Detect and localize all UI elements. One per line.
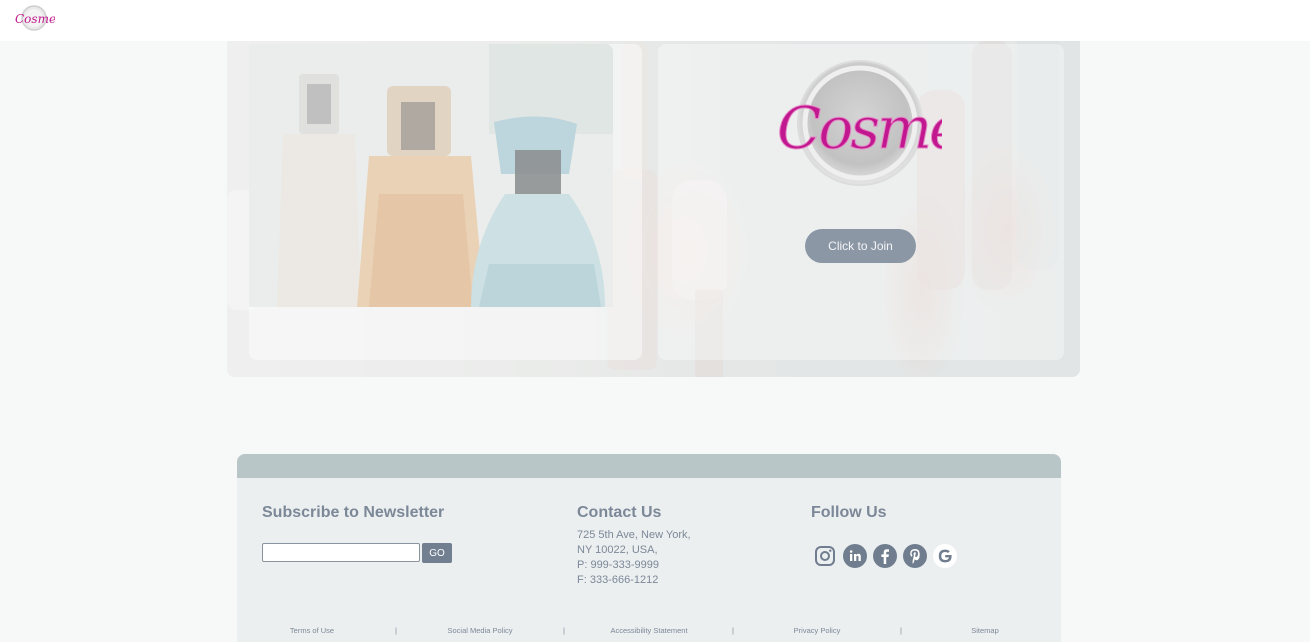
- newsletter-go-button[interactable]: GO: [422, 543, 452, 563]
- perfume-bottles-photo: [249, 44, 613, 307]
- contact-address-line-2: NY 10022, USA,: [577, 544, 658, 556]
- social-media-policy-link[interactable]: Social Media Policy: [447, 626, 512, 635]
- contact-fax: F: 333-666-1212: [577, 574, 659, 586]
- join-button[interactable]: Click to Join: [805, 229, 916, 263]
- hero-banner: Cosmet Click to Join: [227, 0, 1080, 377]
- cosmet-logo-icon[interactable]: Cosmet: [13, 4, 55, 32]
- cosmet-brand-logo: Cosmet: [777, 60, 942, 186]
- svg-text:Cosmet: Cosmet: [15, 12, 55, 26]
- sitemap-link[interactable]: Sitemap: [971, 626, 999, 635]
- linkedin-icon[interactable]: [843, 544, 867, 568]
- pinterest-icon[interactable]: [903, 544, 927, 568]
- legal-separator: |: [900, 626, 902, 635]
- svg-text:Cosmet: Cosmet: [777, 94, 942, 162]
- top-header-bar: Cosmet: [0, 0, 1310, 41]
- footer: Subscribe to Newsletter GO Contact Us 72…: [237, 454, 1061, 642]
- legal-separator: |: [563, 626, 565, 635]
- terms-of-use-link[interactable]: Terms of Use: [290, 626, 334, 635]
- legal-separator: |: [732, 626, 734, 635]
- newsletter-heading: Subscribe to Newsletter: [262, 504, 445, 521]
- newsletter-email-input[interactable]: [262, 543, 420, 562]
- follow-heading: Follow Us: [811, 504, 887, 521]
- contact-address-line-1: 725 5th Ave, New York,: [577, 529, 691, 541]
- legal-links: Terms of Use | Social Media Policy | Acc…: [237, 626, 1061, 638]
- privacy-policy-link[interactable]: Privacy Policy: [794, 626, 841, 635]
- social-icons: [813, 544, 957, 568]
- contact-details: 725 5th Ave, New York, NY 10022, USA, P:…: [577, 528, 691, 588]
- instagram-icon[interactable]: [813, 544, 837, 568]
- google-icon[interactable]: [933, 544, 957, 568]
- accessibility-statement-link[interactable]: Accessibility Statement: [610, 626, 687, 635]
- contact-heading: Contact Us: [577, 504, 662, 521]
- facebook-icon[interactable]: [873, 544, 897, 568]
- footer-top-band: [237, 454, 1061, 478]
- legal-separator: |: [395, 626, 397, 635]
- contact-phone: P: 999-333-9999: [577, 559, 659, 571]
